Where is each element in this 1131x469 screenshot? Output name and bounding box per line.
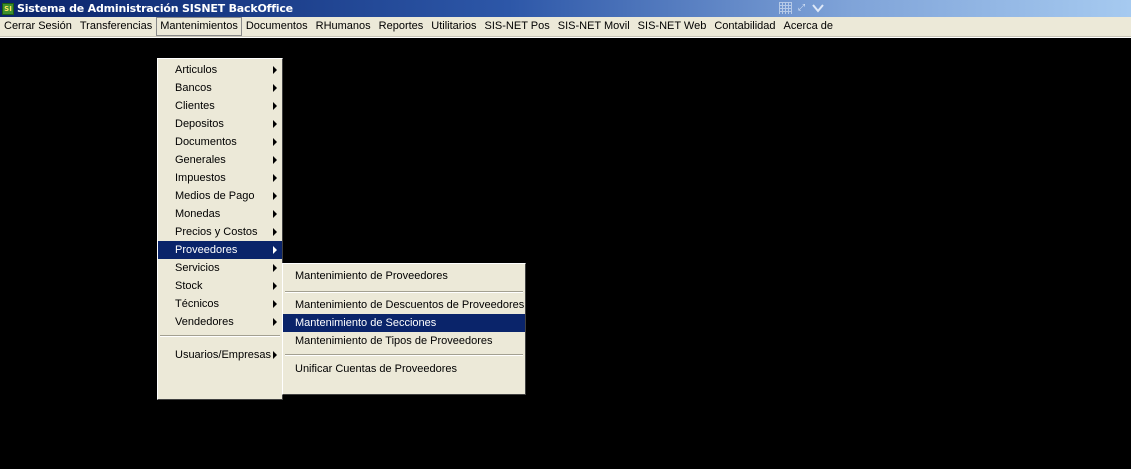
menu-separator xyxy=(158,331,282,340)
menu-sisnet-pos[interactable]: SIS-NET Pos xyxy=(481,17,554,36)
menu-item-label: Precios y Costos xyxy=(175,226,258,238)
menu-item-monedas[interactable]: Monedas xyxy=(158,205,282,223)
submenu-arrow-icon xyxy=(273,84,277,92)
menu-item-label: Unificar Cuentas de Proveedores xyxy=(295,363,458,375)
grid-icon[interactable] xyxy=(779,2,792,14)
submenu-arrow-icon xyxy=(273,66,277,74)
menu-item-label: Mantenimiento de Tipos de Proveedores xyxy=(295,335,493,347)
menu-item-label: Bancos xyxy=(175,82,212,94)
submenu-arrow-icon xyxy=(273,174,277,182)
menu-mantenimientos[interactable]: Mantenimientos xyxy=(156,17,242,36)
menu-item-label: Documentos xyxy=(175,136,237,148)
menu-item-label: Generales xyxy=(175,154,226,166)
menu-item-bancos[interactable]: Bancos xyxy=(158,79,282,97)
submenu-item-unificar-cuentas[interactable]: Unificar Cuentas de Proveedores xyxy=(283,359,525,380)
menu-item-stock[interactable]: Stock xyxy=(158,277,282,295)
menu-item-impuestos[interactable]: Impuestos xyxy=(158,169,282,187)
menu-item-label: Clientes xyxy=(175,100,215,112)
menu-sisnet-web[interactable]: SIS-NET Web xyxy=(634,17,711,36)
menu-reportes[interactable]: Reportes xyxy=(375,17,428,36)
menu-item-label: Servicios xyxy=(175,262,220,274)
menu-item-depositos[interactable]: Depositos xyxy=(158,115,282,133)
submenu-arrow-icon xyxy=(273,192,277,200)
submenu-arrow-icon xyxy=(273,300,277,308)
expand-icon[interactable]: ⤢ xyxy=(795,2,808,14)
menu-item-clientes[interactable]: Clientes xyxy=(158,97,282,115)
menu-item-label: Usuarios/Empresas xyxy=(175,349,271,361)
menu-acerca-de[interactable]: Acerca de xyxy=(780,17,838,36)
submenu-item-secciones[interactable]: Mantenimiento de Secciones xyxy=(283,314,525,332)
menu-item-label: Mantenimiento de Secciones xyxy=(295,317,437,329)
window-title: Sistema de Administración SISNET BackOff… xyxy=(17,2,293,15)
submenu-arrow-icon xyxy=(273,264,277,272)
menu-cerrar-sesion[interactable]: Cerrar Sesión xyxy=(0,17,76,36)
menu-item-medios-de-pago[interactable]: Medios de Pago xyxy=(158,187,282,205)
menu-item-proveedores[interactable]: Proveedores xyxy=(158,241,282,259)
menu-transferencias[interactable]: Transferencias xyxy=(76,17,156,36)
menu-item-servicios[interactable]: Servicios xyxy=(158,259,282,277)
menu-item-vendedores[interactable]: Vendedores xyxy=(158,313,282,331)
submenu-arrow-icon xyxy=(273,246,277,254)
menu-item-label: Depositos xyxy=(175,118,224,130)
menu-item-label: Stock xyxy=(175,280,203,292)
submenu-arrow-icon xyxy=(273,228,277,236)
submenu-arrow-icon xyxy=(273,282,277,290)
menu-item-label: Mantenimiento de Descuentos de Proveedor… xyxy=(295,299,525,311)
menu-item-label: Articulos xyxy=(175,64,218,76)
proveedores-submenu: Mantenimiento de Proveedores Mantenimien… xyxy=(282,263,526,395)
menu-item-label: Vendedores xyxy=(175,316,234,328)
submenu-arrow-icon xyxy=(273,156,277,164)
app-icon: SI xyxy=(2,2,14,15)
menu-item-label: Monedas xyxy=(175,208,221,220)
menu-item-label: Proveedores xyxy=(175,244,238,256)
title-controls: ⤢ xyxy=(779,2,825,14)
submenu-arrow-icon xyxy=(273,138,277,146)
menu-item-tecnicos[interactable]: Técnicos xyxy=(158,295,282,313)
menu-item-label: Técnicos xyxy=(175,298,220,310)
submenu-arrow-icon xyxy=(273,120,277,128)
menu-item-articulos[interactable]: Articulos xyxy=(158,61,282,79)
submenu-arrow-icon xyxy=(273,351,277,359)
menu-separator xyxy=(283,350,525,359)
submenu-item-mantenimiento-proveedores[interactable]: Mantenimiento de Proveedores xyxy=(283,266,525,287)
menu-item-documentos[interactable]: Documentos xyxy=(158,133,282,151)
menu-separator xyxy=(283,287,525,296)
submenu-arrow-icon xyxy=(273,210,277,218)
menu-item-usuarios-empresas[interactable]: Usuarios/Empresas xyxy=(158,346,282,364)
menu-rhumanos[interactable]: RHumanos xyxy=(312,17,375,36)
title-bar: SI Sistema de Administración SISNET Back… xyxy=(0,0,1131,17)
menu-item-label: Mantenimiento de Proveedores xyxy=(295,270,448,282)
menu-item-generales[interactable]: Generales xyxy=(158,151,282,169)
menu-item-label: Medios de Pago xyxy=(175,190,255,202)
menu-contabilidad[interactable]: Contabilidad xyxy=(710,17,779,36)
mantenimientos-dropdown: Articulos Bancos Clientes Depositos Docu… xyxy=(157,58,283,400)
menu-documentos[interactable]: Documentos xyxy=(242,17,312,36)
menu-bar: Cerrar Sesión Transferencias Mantenimien… xyxy=(0,17,1131,37)
menu-sisnet-movil[interactable]: SIS-NET Movil xyxy=(554,17,634,36)
menu-item-precios-y-costos[interactable]: Precios y Costos xyxy=(158,223,282,241)
submenu-arrow-icon xyxy=(273,318,277,326)
submenu-item-tipos-proveedores[interactable]: Mantenimiento de Tipos de Proveedores xyxy=(283,332,525,350)
menu-utilitarios[interactable]: Utilitarios xyxy=(427,17,480,36)
submenu-item-descuentos-proveedores[interactable]: Mantenimiento de Descuentos de Proveedor… xyxy=(283,296,525,314)
submenu-arrow-icon xyxy=(273,102,277,110)
menu-item-label: Impuestos xyxy=(175,172,226,184)
chevron-down-icon[interactable] xyxy=(811,2,825,14)
